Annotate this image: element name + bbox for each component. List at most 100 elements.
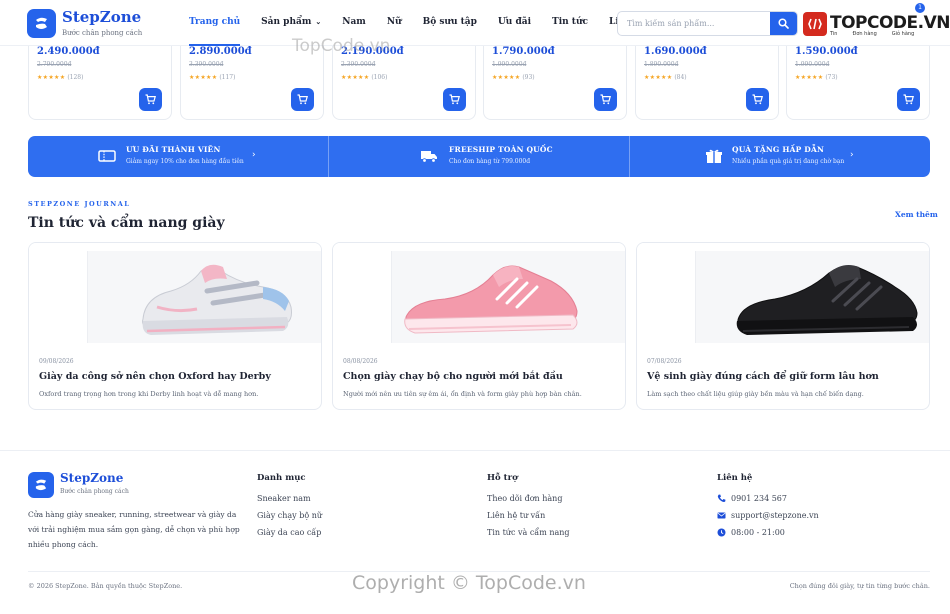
product-price: 1.690.000đ [644, 46, 707, 57]
product-old-price: 1.890.000đ [644, 61, 679, 68]
footer-brand-name[interactable]: StepZone [60, 471, 123, 485]
partner-sub-cart[interactable]: Giỏ hàng [892, 31, 915, 37]
news-title[interactable]: Vệ sinh giày đúng cách để giữ form lâu h… [647, 371, 879, 382]
mail-icon [717, 512, 726, 519]
product-rating: ★★★★★ (128) [37, 74, 83, 81]
news-title[interactable]: Giày da công sở nên chọn Oxford hay Derb… [39, 371, 271, 382]
white-pink-sneaker-image [142, 264, 292, 335]
news-card[interactable]: 09/08/2026 Giày da công sở nên chọn Oxfo… [28, 242, 322, 410]
add-to-cart-button[interactable] [291, 88, 314, 111]
news-thumbnail[interactable] [333, 243, 625, 345]
footer-link-leather-shoes[interactable]: Giày da cao cấp [257, 528, 322, 537]
product-card[interactable]: 1.690.000đ 1.890.000đ ★★★★★ (84) [635, 36, 779, 120]
footer-col-contact: Liên hệ 0901 234 567 support@stepzone.vn… [717, 473, 819, 545]
product-old-price: 1.990.000đ [492, 61, 527, 68]
search-button[interactable] [770, 12, 797, 35]
nav-item-products-label: Sản phẩm [261, 17, 312, 27]
news-excerpt: Người mới nên ưu tiên sự êm ái, ổn định … [343, 390, 582, 398]
chevron-down-icon: ⌄ [315, 17, 322, 26]
footer-about: Cửa hàng giày sneaker, running, streetwe… [28, 510, 240, 549]
footer-divider [28, 571, 930, 572]
benefit-member-deal[interactable]: Ưu đãi thành viên Giảm ngay 10% cho đơn … [28, 136, 328, 177]
nav-item-products[interactable]: Sản phẩm ⌄ [261, 17, 321, 27]
pink-running-shoe-image [404, 265, 578, 334]
product-old-price: 1.990.000đ [795, 61, 830, 68]
news-date: 09/08/2026 [39, 358, 74, 365]
star-rating-icon: ★★★★★ [37, 74, 66, 81]
news-title[interactable]: Chọn giày chạy bộ cho người mới bắt đầu [343, 371, 563, 382]
footer-logo-icon[interactable] [28, 472, 54, 498]
product-rating: ★★★★★ (106) [341, 74, 387, 81]
add-to-cart-button[interactable] [746, 88, 769, 111]
product-card[interactable]: 2.490.000đ 2.790.000đ ★★★★★ (128) [28, 36, 172, 120]
partner-logo-text: TOPCODE.VN [830, 13, 950, 33]
news-card[interactable]: 07/08/2026 Vệ sinh giày đúng cách để giữ… [636, 242, 930, 410]
search-icon [778, 18, 789, 29]
brand-logo-icon[interactable] [27, 9, 56, 38]
cart-icon [752, 94, 763, 105]
section-title: Tin tức và cẩm nang giày [28, 215, 225, 231]
nav-item-collections[interactable]: Bộ sưu tập [423, 17, 477, 27]
footer-link-news[interactable]: Tin tức và cẩm nang [487, 528, 570, 537]
footer-col-support: Hỗ trợ Theo dõi đơn hàng Liên hệ tư vấn … [487, 473, 570, 545]
ticket-icon [98, 150, 116, 162]
black-running-shoe-image [736, 265, 918, 335]
add-to-cart-button[interactable] [139, 88, 162, 111]
clock-icon [717, 528, 726, 537]
cart-icon [449, 94, 460, 105]
footer-link-men-sneakers[interactable]: Sneaker nam [257, 494, 322, 503]
nav-item-news[interactable]: Tin tức [552, 17, 588, 27]
benefit-freeship[interactable]: Freeship toàn quốc Cho đơn hàng từ 799.0… [328, 136, 629, 177]
news-card[interactable]: 08/08/2026 Chọn giày chạy bộ cho người m… [332, 242, 626, 410]
footer-hours-text: 08:00 - 21:00 [731, 528, 785, 537]
review-count: (84) [674, 74, 687, 81]
nav-item-women[interactable]: Nữ [387, 17, 402, 27]
footer-col-categories: Danh mục Sneaker nam Giày chạy bộ nữ Già… [257, 473, 322, 545]
add-to-cart-button[interactable] [594, 88, 617, 111]
footer-phone[interactable]: 0901 234 567 [717, 494, 819, 503]
benefit-desc: Cho đơn hàng từ 799.000đ [449, 158, 531, 165]
brand-name[interactable]: StepZone [62, 8, 141, 26]
cart-icon [297, 94, 308, 105]
footer-hours: 08:00 - 21:00 [717, 528, 819, 537]
main-nav: Trang chủ Sản phẩm ⌄ Nam Nữ Bộ sưu tập Ưu… [189, 17, 667, 46]
search-input[interactable] [618, 12, 772, 35]
footer-heading: Hỗ trợ [487, 473, 518, 483]
product-card[interactable]: 2.190.000đ 2.390.000đ ★★★★★ (106) [332, 36, 476, 120]
product-old-price: 2.790.000đ [37, 61, 72, 68]
product-price: 2.890.000đ [189, 46, 252, 57]
product-card[interactable]: 2.890.000đ 3.390.000đ ★★★★★ (117) [180, 36, 324, 120]
footer-email[interactable]: support@stepzone.vn [717, 511, 819, 520]
add-to-cart-button[interactable] [443, 88, 466, 111]
cart-count-badge: 1 [915, 3, 925, 13]
see-more-link[interactable]: Xem thêm [895, 210, 938, 219]
product-rating: ★★★★★ (73) [795, 74, 838, 81]
footer-slogan: Chọn đúng đôi giày, tự tin từng bước châ… [789, 582, 930, 590]
footer-link-track-order[interactable]: Theo dõi đơn hàng [487, 494, 570, 503]
star-rating-icon: ★★★★★ [189, 74, 218, 81]
review-count: (128) [67, 74, 84, 81]
partner-logo[interactable]: TOPCODE.VN Tin Đơn hàng Giỏ hàng 1 [803, 3, 950, 42]
nav-item-deals[interactable]: Ưu đãi [498, 17, 531, 27]
news-excerpt: Oxford trang trọng hơn trong khi Derby l… [39, 390, 259, 398]
footer-link-women-running[interactable]: Giày chạy bộ nữ [257, 511, 322, 520]
product-card[interactable]: 1.790.000đ 1.990.000đ ★★★★★ (93) [483, 36, 627, 120]
review-count: (73) [825, 74, 838, 81]
news-thumbnail[interactable] [637, 243, 929, 345]
product-price: 2.490.000đ [37, 46, 100, 57]
partner-sub-links: Tin Đơn hàng Giỏ hàng [830, 31, 929, 37]
news-thumbnail[interactable] [29, 243, 321, 345]
footer-link-consult[interactable]: Liên hệ tư vấn [487, 511, 570, 520]
add-to-cart-button[interactable] [897, 88, 920, 111]
footer-tagline: Bước chân phong cách [60, 488, 129, 495]
benefit-title: Quà tặng hấp dẫn [732, 145, 825, 154]
nav-item-men[interactable]: Nam [342, 17, 366, 27]
partner-sub-orders[interactable]: Đơn hàng [852, 31, 876, 37]
chevron-right-icon: › [850, 150, 854, 160]
topcode-badge-icon [803, 12, 827, 36]
product-card[interactable]: 1.590.000đ 1.990.000đ ★★★★★ (73) [786, 36, 930, 120]
benefit-gift[interactable]: Quà tặng hấp dẫn Nhiều phần quà giá trị … [629, 136, 930, 177]
nav-item-home[interactable]: Trang chủ [189, 17, 241, 46]
partner-sub-news[interactable]: Tin [830, 31, 837, 37]
star-rating-icon: ★★★★★ [492, 74, 521, 81]
